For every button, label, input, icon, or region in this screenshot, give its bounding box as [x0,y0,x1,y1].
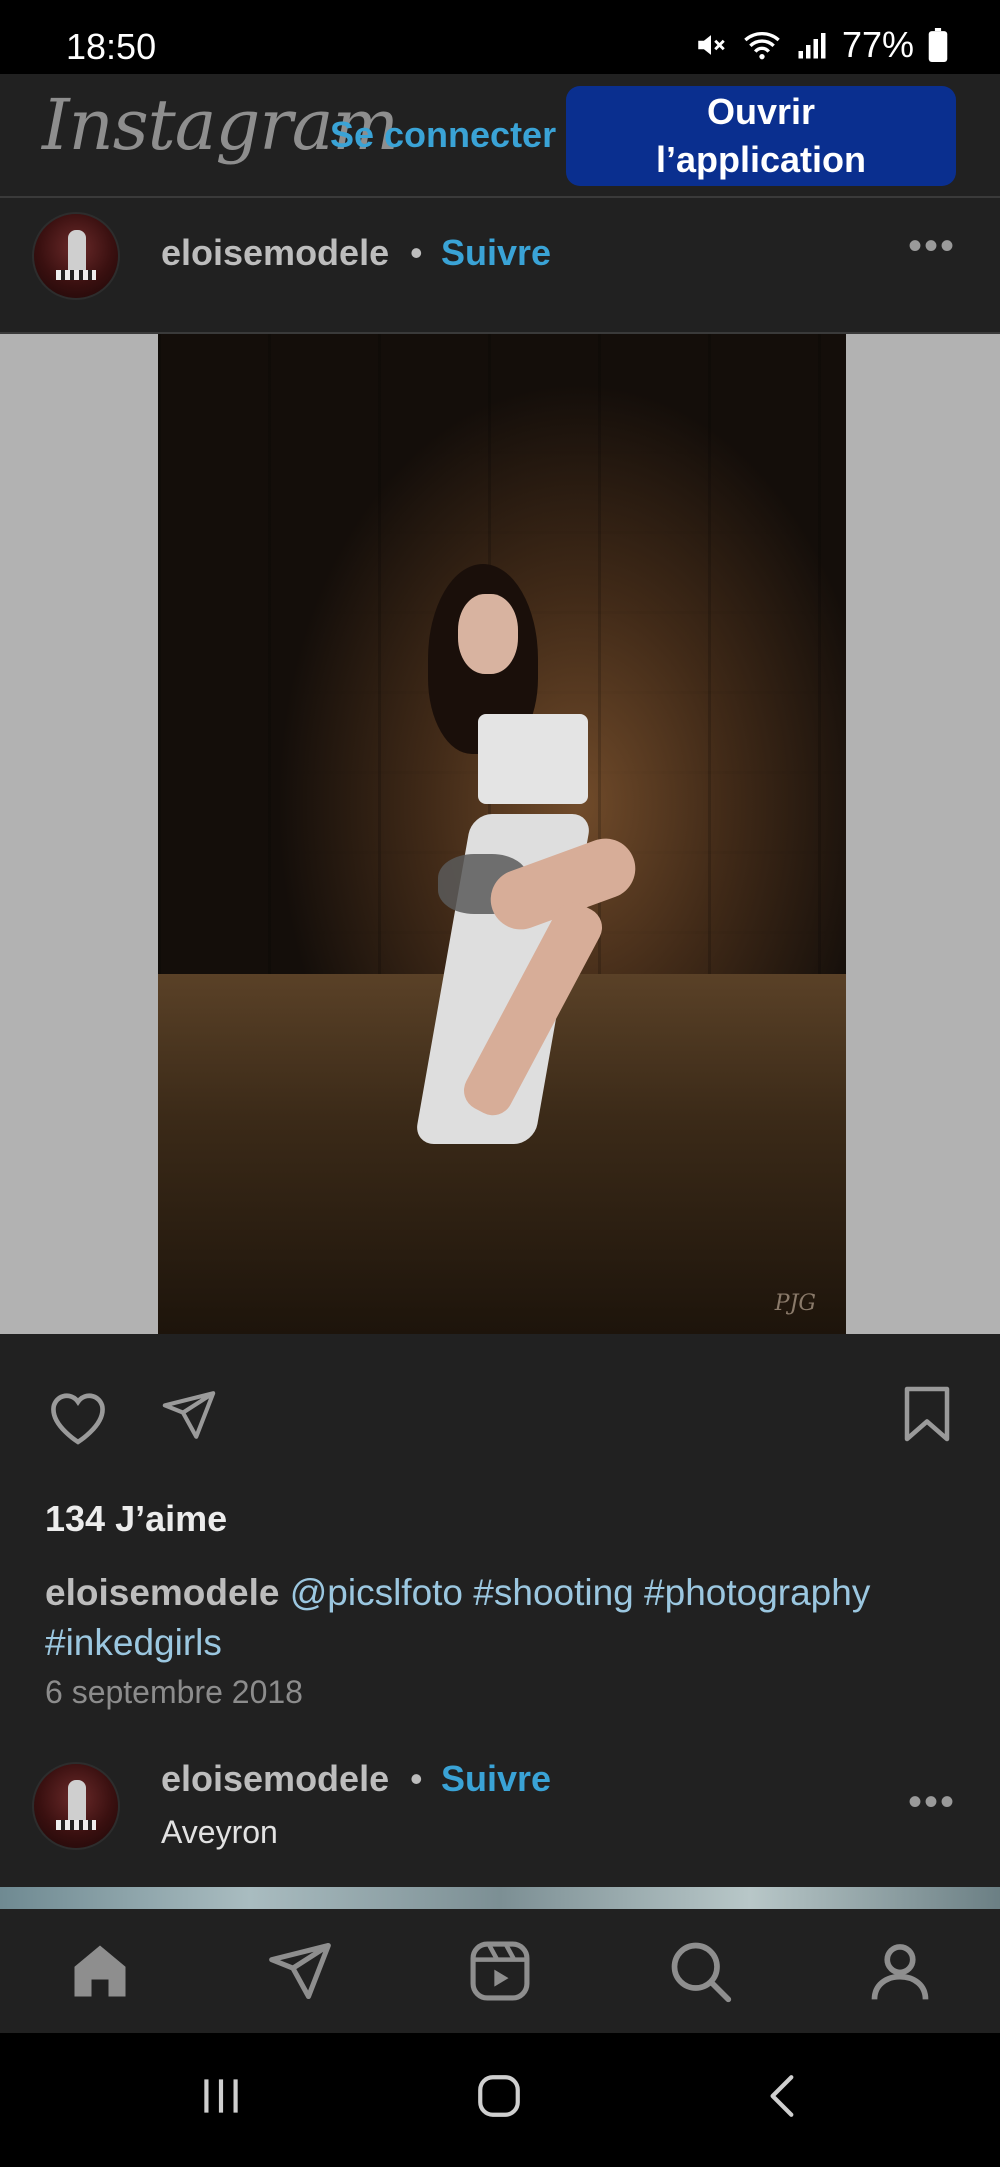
caption: eloisemodele @picslfoto #shooting #photo… [45,1568,965,1668]
bottom-navigation [0,1909,1000,2033]
likes-count[interactable]: 134 J’aime [45,1498,227,1540]
reels-icon[interactable] [466,1937,534,2005]
next-post-media-edge [0,1887,1000,1909]
more-options-icon[interactable]: ••• [908,224,956,269]
post-photo[interactable]: PJG [158,334,846,1334]
profile-icon[interactable] [866,1937,934,2005]
home-icon[interactable] [66,1937,134,2005]
search-icon[interactable] [666,1937,734,2005]
post-body: 134 J’aime eloisemodele @picslfoto #shoo… [0,1334,1000,1887]
next-post-avatar[interactable] [32,1762,120,1850]
open-app-button[interactable]: Ouvrir l’application [566,86,956,186]
wifi-icon [744,32,780,60]
open-app-label-line1: Ouvrir [706,91,816,132]
battery-icon [928,28,948,62]
open-app-label-line2: l’application [655,139,867,180]
like-heart-icon[interactable] [45,1386,111,1446]
post-media[interactable]: PJG [0,334,1000,1334]
home-button-icon[interactable] [474,2071,524,2121]
bookmark-icon[interactable] [900,1384,954,1444]
avatar[interactable] [32,212,120,300]
status-bar: 18:50 77% [0,0,1000,74]
clock: 18:50 [66,26,157,67]
post-username[interactable]: eloisemodele [161,232,389,274]
top-header: Instagram Se connecter Ouvrir l’applicat… [0,74,1000,198]
next-post-follow-button[interactable]: Suivre [441,1758,551,1800]
next-post-username[interactable]: eloisemodele [161,1758,389,1800]
battery-level: 77% [841,24,914,65]
next-post-separator: • [410,1758,423,1799]
system-navigation-bar [0,2033,1000,2167]
follow-button[interactable]: Suivre [441,232,551,274]
caption-username[interactable]: eloisemodele [45,1572,279,1613]
mute-icon [698,35,725,55]
next-post-more-icon[interactable]: ••• [908,1780,956,1825]
share-send-icon[interactable] [158,1386,220,1444]
signal-icon [798,33,826,59]
separator-dot: • [410,232,423,273]
back-icon[interactable] [758,2071,808,2121]
recent-apps-icon[interactable] [196,2071,246,2121]
next-post-location[interactable]: Aveyron [161,1814,278,1851]
post-header: eloisemodele • Suivre ••• [0,198,1000,334]
post-date: 6 septembre 2018 [45,1674,303,1710]
direct-icon[interactable] [266,1937,334,2005]
photo-signature: PJG [774,1291,816,1316]
login-link[interactable]: Se connecter [330,114,556,156]
